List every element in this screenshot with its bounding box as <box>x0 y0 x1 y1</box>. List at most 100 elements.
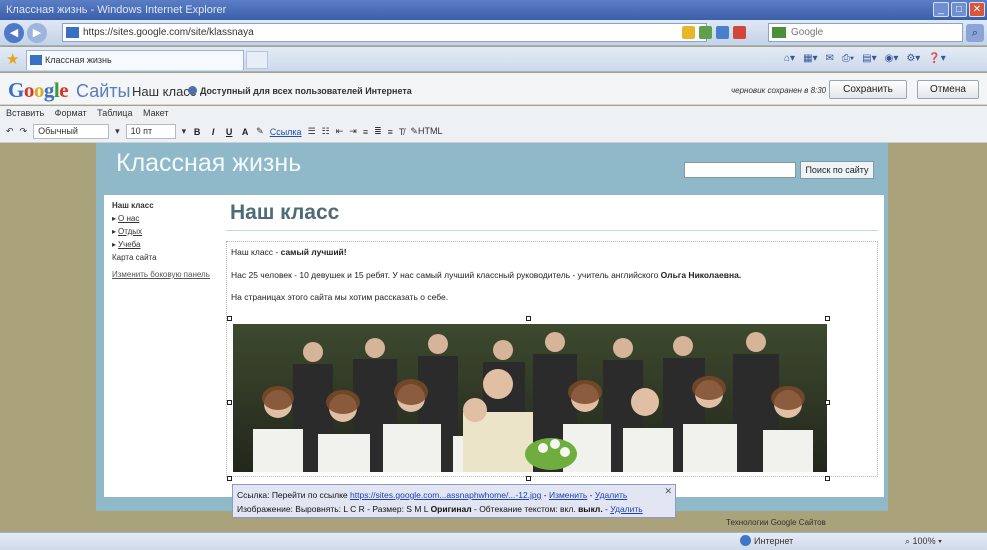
lock-icon[interactable] <box>682 26 695 39</box>
class-photo[interactable] <box>233 324 827 472</box>
maximize-button[interactable]: □ <box>951 2 967 17</box>
remove-link-button[interactable]: Удалить <box>595 490 627 500</box>
align-left-icon[interactable]: ≡ <box>363 127 368 137</box>
favorites-star-icon[interactable]: ★ <box>6 50 19 68</box>
search-provider-icon <box>772 27 786 38</box>
address-input[interactable]: https://sites.google.com/site/klassnaya <box>62 23 707 42</box>
expand-arrow-icon[interactable]: ▸ <box>112 240 116 249</box>
content-edit-area[interactable]: Наш класс - самый лучший! Нас 25 человек… <box>226 241 878 477</box>
wrap-on-option[interactable]: Обтекание текстом: вкл. <box>479 504 576 514</box>
sidebar-item-about[interactable]: ▸ О нас <box>112 212 222 225</box>
sidebar-item-our-class[interactable]: Наш класс <box>112 199 222 212</box>
resize-handle[interactable] <box>825 476 830 481</box>
cancel-button[interactable]: Отмена <box>917 80 979 99</box>
image-properties-popup: ✕ Ссылка: Перейти по ссылке https://site… <box>232 484 676 518</box>
security-zone[interactable]: Интернет <box>740 533 793 550</box>
class-photo-wrapper[interactable] <box>233 324 827 472</box>
resize-handle[interactable] <box>825 400 830 405</box>
original-size-option[interactable]: Оригинал <box>431 504 472 514</box>
window-controls: _ □ ✕ <box>933 2 985 17</box>
menu-insert[interactable]: Вставить <box>6 108 44 118</box>
site-title[interactable]: Классная жизнь <box>116 149 301 178</box>
page-title[interactable]: Наш класс <box>226 201 878 231</box>
align-center-icon[interactable]: ≣ <box>374 126 382 137</box>
paragraph-class-info[interactable]: Нас 25 человек - 10 девушек и 15 ребят. … <box>231 270 741 280</box>
link-button[interactable]: Ссылка <box>270 127 302 137</box>
site-search-input[interactable] <box>684 162 796 178</box>
tools-menu-icon[interactable]: ⚙▾ <box>906 53 920 64</box>
site-footer: Технологии Google Сайтов <box>96 516 888 530</box>
resize-handle[interactable] <box>227 316 232 321</box>
menu-format[interactable]: Формат <box>55 108 87 118</box>
menu-table[interactable]: Таблица <box>97 108 132 118</box>
search-input[interactable]: Google <box>768 23 963 42</box>
resize-handle[interactable] <box>825 316 830 321</box>
zoom-level[interactable]: ⌕ 100% ▾ <box>905 533 942 550</box>
close-window-button[interactable]: ✕ <box>969 2 985 17</box>
site-search-button[interactable]: Поиск по сайту <box>800 161 874 179</box>
resize-handle[interactable] <box>526 316 531 321</box>
size-options[interactable]: Размер: S M L <box>372 504 428 514</box>
tab-favicon-icon <box>30 55 42 65</box>
minimize-button[interactable]: _ <box>933 2 949 17</box>
bulleted-list-icon[interactable]: ☷ <box>322 126 330 137</box>
wrap-off-option[interactable]: выкл. <box>578 504 603 514</box>
expand-arrow-icon[interactable]: ▸ <box>112 214 116 223</box>
bold-button[interactable]: B <box>192 127 202 137</box>
sidebar-item-rest[interactable]: ▸ Отдых <box>112 225 222 238</box>
feeds-icon[interactable]: ▦▾ <box>803 53 817 64</box>
tab-active[interactable]: Классная жизнь <box>26 50 244 70</box>
print-icon[interactable]: ⎙▾ <box>842 53 854 64</box>
undo-icon[interactable]: ↶ <box>6 126 14 137</box>
google-logo[interactable]: Google <box>8 78 69 103</box>
compat-view-icon[interactable] <box>699 26 712 39</box>
technology-credit[interactable]: Технологии Google Сайтов <box>726 516 826 530</box>
sidebar-navigation: Наш класс ▸ О нас ▸ Отдых ▸ Учеба Карта сай… <box>112 199 222 281</box>
size-dropdown-icon[interactable]: ▾ <box>182 126 187 137</box>
resize-handle[interactable] <box>227 476 232 481</box>
page-menu-icon[interactable]: ▤▾ <box>862 53 876 64</box>
resize-handle[interactable] <box>227 400 232 405</box>
new-tab-button[interactable] <box>246 51 268 69</box>
paragraph-intro[interactable]: Наш класс - самый лучший! <box>231 247 347 257</box>
refresh-icon[interactable] <box>716 26 729 39</box>
indent-icon[interactable]: ⇥ <box>349 126 357 137</box>
sidebar-item-sitemap[interactable]: Карта сайта <box>112 251 222 264</box>
paragraph-purpose[interactable]: На страницах этого сайта мы хотим расска… <box>231 292 448 302</box>
style-select[interactable]: Обычный <box>33 124 110 139</box>
close-popup-icon[interactable]: ✕ <box>664 486 672 497</box>
sites-word: Сайты <box>76 81 131 101</box>
clear-format-icon[interactable]: T̸ <box>399 127 405 137</box>
mail-icon[interactable]: ✉ <box>826 53 834 64</box>
underline-button[interactable]: U <box>224 127 234 137</box>
text-color-button[interactable]: A <box>240 127 250 137</box>
change-link-button[interactable]: Изменить <box>549 490 587 500</box>
align-options[interactable]: Выровнять: L C R <box>295 504 365 514</box>
outdent-icon[interactable]: ⇤ <box>336 126 344 137</box>
resize-handle[interactable] <box>526 476 531 481</box>
home-icon[interactable]: ⌂▾ <box>784 53 795 64</box>
help-menu-icon[interactable]: ❓▾ <box>928 53 945 64</box>
editor-menu-bar: Вставить Формат Таблица Макет <box>0 106 987 121</box>
numbered-list-icon[interactable]: ☰ <box>308 126 316 137</box>
align-right-icon[interactable]: ≡ <box>388 127 393 137</box>
save-button[interactable]: Сохранить <box>829 80 907 99</box>
redo-icon[interactable]: ↷ <box>20 126 28 137</box>
image-link[interactable]: https://sites.google.com...assnaphwhome/… <box>350 490 541 500</box>
stop-icon[interactable] <box>733 26 746 39</box>
edit-sidebar-link[interactable]: Изменить боковую панель <box>112 268 222 281</box>
search-icon[interactable]: ⌕ <box>966 24 984 42</box>
highlight-icon[interactable]: ✎ <box>256 126 264 137</box>
remove-image-button[interactable]: Удалить <box>610 504 642 514</box>
italic-button[interactable]: I <box>208 127 218 137</box>
font-size-select[interactable]: 10 пт <box>125 124 176 139</box>
safety-menu-icon[interactable]: ◉▾ <box>885 53 899 64</box>
html-button[interactable]: ✎HTML <box>410 126 442 137</box>
menu-layout[interactable]: Макет <box>143 108 168 118</box>
forward-icon[interactable]: ▶ <box>27 23 47 43</box>
sidebar-item-study[interactable]: ▸ Учеба <box>112 238 222 251</box>
expand-arrow-icon[interactable]: ▸ <box>112 227 116 236</box>
window-title-bar: Классная жизнь - Windows Internet Explor… <box>0 0 987 20</box>
back-icon[interactable]: ◀ <box>4 23 24 43</box>
style-dropdown-icon[interactable]: ▾ <box>115 126 120 137</box>
